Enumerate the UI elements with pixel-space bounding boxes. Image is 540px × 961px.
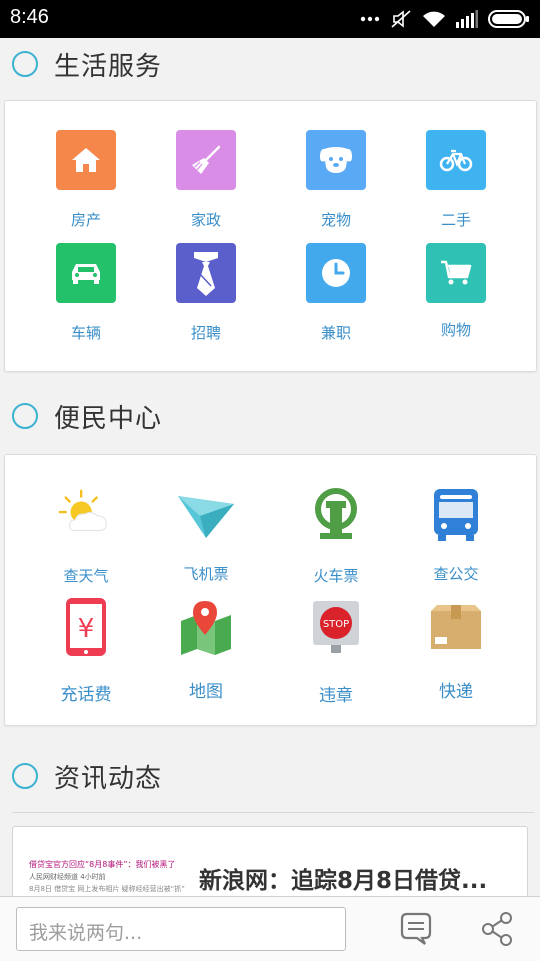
section-title: 便民中心 xyxy=(54,404,163,434)
grid-item-house[interactable]: 房产 xyxy=(36,130,136,230)
news-thumbnail: 借贷宝官方回应“8月8事件”：我们被黑了 人民网财经频道 4小时前 8月8日 借… xyxy=(29,859,189,896)
more-dots-icon xyxy=(360,16,380,22)
signal-icon xyxy=(456,10,478,28)
status-time: 8:46 xyxy=(10,6,49,28)
bottom-bar: 我来说两句... xyxy=(0,896,540,961)
battery-icon xyxy=(488,10,529,28)
thumb-source: 人民网财经频道 4小时前 xyxy=(29,873,106,881)
dog-icon xyxy=(306,130,366,190)
share-icon xyxy=(482,912,512,946)
stop-sign-icon: STOP xyxy=(306,597,366,657)
status-icons xyxy=(360,9,530,29)
package-icon xyxy=(426,597,486,657)
news-item[interactable]: 借贷宝官方回应“8月8事件”：我们被黑了 人民网财经频道 4小时前 8月8日 借… xyxy=(12,826,528,896)
grid-item-label: 兼职 xyxy=(320,324,351,342)
paper-plane-icon xyxy=(176,485,236,545)
share-button[interactable] xyxy=(478,909,518,949)
grid-item-pets[interactable]: 宠物 xyxy=(286,130,386,230)
grid-item-label: 充话费 xyxy=(60,685,112,705)
grid-item-label: 火车票 xyxy=(313,567,359,585)
grid-item-label: 招聘 xyxy=(190,324,221,342)
bicycle-icon xyxy=(426,130,486,190)
wifi-icon xyxy=(423,11,445,27)
grid-item-violation[interactable]: STOP 违章 xyxy=(286,597,386,706)
section-header-news: 资讯动态 xyxy=(0,750,540,810)
section-header-convenience: 便民中心 xyxy=(0,390,540,450)
grid-item-label: 快递 xyxy=(439,682,473,702)
grid-item-label: 宠物 xyxy=(320,211,351,229)
grid-item-map[interactable]: 地图 xyxy=(156,597,256,702)
section-header-life: 生活服务 xyxy=(0,38,540,98)
section-title: 资讯动态 xyxy=(54,764,163,794)
phone-recharge-icon: ¥ xyxy=(56,597,116,657)
grid-item-housekeeping[interactable]: 家政 xyxy=(156,130,256,230)
grid-item-recruit[interactable]: 招聘 xyxy=(156,243,256,343)
map-icon xyxy=(176,597,236,657)
grid-item-vehicles[interactable]: 车辆 xyxy=(36,243,136,343)
grid-item-label: 车辆 xyxy=(70,324,101,342)
grid-item-label: 二手 xyxy=(440,211,471,229)
grid-item-recharge[interactable]: ¥ 充话费 xyxy=(36,597,136,705)
main-content[interactable]: 生活服务 房产 家政 宠物 二手 车辆 招聘 兼职 购物 便民中心 查天气 飞机… xyxy=(0,38,540,896)
grid-item-flight[interactable]: 飞机票 xyxy=(156,485,256,585)
grid-item-label: 查公交 xyxy=(433,565,479,583)
grid-item-label: 飞机票 xyxy=(183,565,229,583)
section-ring-icon xyxy=(12,763,38,789)
grid-item-weather[interactable]: 查天气 xyxy=(36,485,136,585)
comment-input[interactable]: 我来说两句... xyxy=(16,907,346,951)
section-title: 生活服务 xyxy=(54,52,163,82)
car-icon xyxy=(56,243,116,303)
section-ring-icon xyxy=(12,51,38,77)
section-ring-icon xyxy=(12,403,38,429)
grid-item-parttime[interactable]: 兼职 xyxy=(286,243,386,343)
convenience-center-card: 查天气 飞机票 火车票 查公交 ¥ 充话费 地图 STOP 违章 快递 xyxy=(4,454,537,726)
clock-icon xyxy=(306,243,366,303)
thumb-excerpt: 8月8日 借贷宝 网上发布相片 疑称经经营出被“抓” xyxy=(29,885,185,893)
cart-icon xyxy=(426,243,486,303)
bus-icon xyxy=(426,485,486,545)
grid-item-label: 地图 xyxy=(189,682,223,702)
comments-icon xyxy=(400,912,432,945)
grid-item-label: 房产 xyxy=(70,211,101,229)
grid-item-secondhand[interactable]: 二手 xyxy=(406,130,506,230)
thumb-headline: 借贷宝官方回应“8月8事件”：我们被黑了 xyxy=(29,860,176,869)
mute-icon xyxy=(391,10,411,28)
grid-item-bus[interactable]: 查公交 xyxy=(406,485,506,585)
tie-icon xyxy=(176,243,236,303)
grid-item-express[interactable]: 快递 xyxy=(406,597,506,702)
life-services-card: 房产 家政 宠物 二手 车辆 招聘 兼职 购物 xyxy=(4,100,537,372)
grid-item-label: 违章 xyxy=(319,686,353,706)
grid-item-label: 家政 xyxy=(190,211,221,229)
house-icon xyxy=(56,130,116,190)
grid-item-train[interactable]: 火车票 xyxy=(286,485,386,585)
svg-text:STOP: STOP xyxy=(323,619,349,630)
news-title: 新浪网：追踪8月8日借贷... xyxy=(199,868,488,894)
weather-icon xyxy=(56,485,116,545)
railway-icon xyxy=(306,485,366,545)
broom-icon xyxy=(176,130,236,190)
svg-text:¥: ¥ xyxy=(78,614,95,644)
comments-button[interactable] xyxy=(396,909,436,949)
grid-item-label: 查天气 xyxy=(63,567,109,585)
grid-item-shopping[interactable]: 购物 xyxy=(406,243,506,343)
status-bar: 8:46 xyxy=(0,0,540,38)
section-divider xyxy=(12,812,534,813)
grid-item-label: 购物 xyxy=(440,321,471,339)
